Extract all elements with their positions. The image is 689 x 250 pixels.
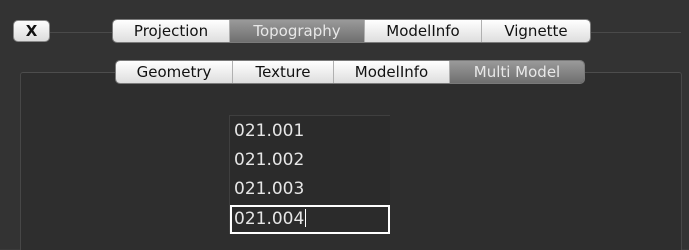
main-tab-bar: Projection Topography ModelInfo Vignette <box>112 19 591 43</box>
list-item[interactable]: 021.002 <box>232 147 388 173</box>
subtab-multi-model[interactable]: Multi Model <box>450 61 584 83</box>
list-item-label: 021.002 <box>234 150 305 170</box>
subtab-texture[interactable]: Texture <box>233 61 334 83</box>
tab-projection[interactable]: Projection <box>113 20 230 42</box>
subtab-modelinfo[interactable]: ModelInfo <box>334 61 450 83</box>
list-item-label: 021.004 <box>234 209 305 229</box>
text-caret <box>305 209 307 227</box>
list-item-label: 021.001 <box>234 121 305 141</box>
subtab-geometry[interactable]: Geometry <box>116 61 233 83</box>
list-item-edit-field[interactable]: 021.004 <box>230 205 390 234</box>
tab-modelinfo[interactable]: ModelInfo <box>365 20 482 42</box>
list-item[interactable]: 021.001 <box>232 118 388 144</box>
sub-tab-bar: Geometry Texture ModelInfo Multi Model <box>115 60 585 84</box>
tab-vignette[interactable]: Vignette <box>482 20 590 42</box>
close-button[interactable]: X <box>13 20 50 42</box>
model-list[interactable]: 021.001 021.002 021.003 021.004 <box>229 115 390 234</box>
multi-model-panel: X Projection Topography ModelInfo Vignet… <box>0 0 689 250</box>
list-item[interactable]: 021.003 <box>232 176 388 202</box>
list-item-label: 021.003 <box>234 179 305 199</box>
tab-topography[interactable]: Topography <box>230 20 365 42</box>
